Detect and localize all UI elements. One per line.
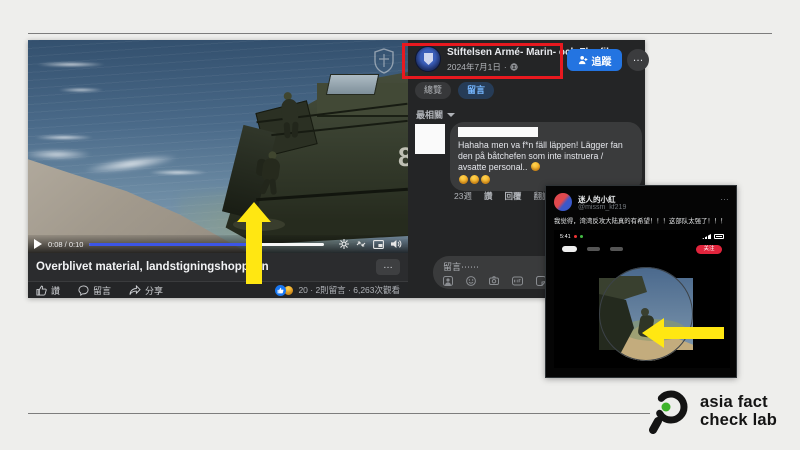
post-action-bar: 讚 留言 分享 20 · 2則留言 · 6,263次觀看 xyxy=(28,281,408,298)
follow-button[interactable]: 追蹤 xyxy=(567,49,622,71)
video-more-button[interactable]: … xyxy=(376,259,400,275)
afcl-logo: asia fact check lab xyxy=(648,386,794,438)
magnifier-logo-icon xyxy=(648,388,692,436)
follow-person-icon xyxy=(578,55,588,65)
laughing-emoji xyxy=(459,175,468,184)
laughing-emoji xyxy=(470,175,479,184)
laughing-emoji xyxy=(481,175,490,184)
top-divider xyxy=(28,33,772,34)
video-progress-played xyxy=(89,243,253,246)
wave-foam xyxy=(28,150,92,159)
censored-commenter-name xyxy=(458,127,538,137)
share-button[interactable]: 分享 xyxy=(129,284,163,297)
video-time: 0:08 / 0:10 xyxy=(48,240,83,249)
header-more-button[interactable]: … xyxy=(627,49,649,71)
annotation-arrow-up xyxy=(237,202,271,284)
avatar-sticker-icon[interactable] xyxy=(443,276,453,286)
comment-button[interactable]: 留言 xyxy=(78,284,111,297)
comment-reply-link[interactable]: 回覆 xyxy=(504,190,521,202)
tab-comments[interactable]: 留言 xyxy=(458,82,494,99)
comment-like-link[interactable]: 讚 xyxy=(484,190,493,202)
fact-check-graphic: 8 0:08 / 0:10 xyxy=(0,0,800,450)
censored-commenter-avatar xyxy=(415,124,445,154)
red-highlight-box xyxy=(402,43,563,79)
soldier-on-ramp xyxy=(278,91,301,136)
video-title-bar: Överblivet material, landstigningshoppsa… xyxy=(28,253,408,281)
whitecap xyxy=(148,170,208,175)
video-progress-bar[interactable] xyxy=(89,243,324,246)
bottom-divider xyxy=(28,413,650,414)
military-crest-watermark xyxy=(373,48,395,74)
volume-icon[interactable] xyxy=(391,239,402,249)
comment-bubble: Hahaha men va f*n fäll läppen! Lägger fa… xyxy=(450,122,642,191)
tweet-handle: @missm_kf219 xyxy=(578,204,626,211)
like-button[interactable]: 讚 xyxy=(36,284,60,297)
boat-number: 8 xyxy=(398,142,408,173)
video-frame[interactable]: 8 xyxy=(28,40,408,253)
gif-icon[interactable] xyxy=(512,276,523,286)
annotation-arrow-left xyxy=(642,318,724,348)
afcl-logo-text: asia fact check lab xyxy=(700,394,777,430)
boat-windshield xyxy=(326,74,380,95)
tweet-video-attachment[interactable]: 5:41 关注 xyxy=(554,230,730,368)
picture-in-picture-icon[interactable] xyxy=(373,240,384,249)
whitecap xyxy=(58,88,104,92)
play-icon[interactable] xyxy=(34,239,42,249)
laughing-emoji xyxy=(531,162,540,171)
tweet-text: 我觉得，湾湾反攻大陆真的有希望！！！这部队太强了！！！ xyxy=(554,216,732,225)
video-title: Överblivet material, landstigningshoppsa… xyxy=(36,261,376,273)
tweet-screenshot: 迷人的小紅 @missm_kf219 … 我觉得，湾湾反攻大陆真的有希望！！！这… xyxy=(545,185,737,378)
comment-sort-dropdown[interactable]: 最相關 xyxy=(416,108,455,121)
comment-text: Hahaha men va f*n fäll läppen! Lägger fa… xyxy=(458,140,634,186)
video-controls-bar: 0:08 / 0:10 xyxy=(28,235,408,253)
post-counts: 20 · 2則留言 · 6,263次觀看 xyxy=(298,284,400,296)
panel-tabs: 總覽 留言 xyxy=(415,82,494,99)
tweet-avatar[interactable] xyxy=(554,193,572,211)
tweet-more-button[interactable]: … xyxy=(720,192,729,202)
whitecap xyxy=(36,62,106,67)
chevron-down-icon xyxy=(447,113,455,117)
camera-icon[interactable] xyxy=(489,276,499,286)
reaction-stats: 20 · 2則留言 · 6,263次觀看 xyxy=(275,284,400,296)
settings-gear-icon[interactable] xyxy=(339,239,349,249)
comment-age: 23週 xyxy=(454,190,472,202)
facebook-video-player: 8 0:08 / 0:10 xyxy=(28,40,408,298)
tab-overview[interactable]: 總覽 xyxy=(415,82,451,99)
miniplayer-icon[interactable] xyxy=(356,239,366,249)
emoji-icon[interactable] xyxy=(466,276,476,286)
like-reaction-icon xyxy=(275,285,286,296)
whitecap xyxy=(34,135,94,140)
